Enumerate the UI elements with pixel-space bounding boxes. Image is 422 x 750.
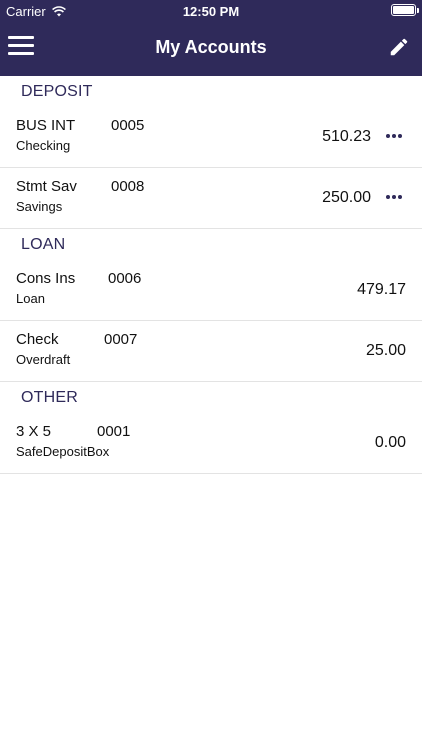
- account-number: 0001: [97, 423, 131, 440]
- account-row[interactable]: 3 X 5 0001 SafeDepositBox 0.00: [0, 413, 422, 474]
- account-row[interactable]: BUS INT 0005 Checking 510.23: [0, 107, 422, 168]
- page-title: My Accounts: [155, 37, 267, 57]
- app-header: Carrier 12:50 PM My Accounts: [0, 0, 422, 76]
- account-amount: 250.00: [322, 189, 371, 206]
- account-type: Overdraft: [16, 352, 71, 367]
- account-type: Checking: [16, 138, 71, 153]
- account-amount: 25.00: [365, 342, 406, 359]
- section-header-loan: LOAN: [21, 236, 66, 253]
- account-name: BUS INT: [16, 117, 76, 134]
- account-amount: 0.00: [374, 434, 406, 451]
- account-number: 0006: [108, 270, 142, 287]
- account-row[interactable]: Check 0007 Overdraft 25.00: [0, 321, 422, 382]
- nav-bar: My Accounts: [0, 22, 422, 76]
- account-name: Stmt Sav: [16, 178, 77, 195]
- account-row[interactable]: Cons Ins 0006 Loan 479.17: [0, 260, 422, 321]
- account-name: Cons Ins: [16, 270, 76, 287]
- account-type: Savings: [16, 199, 63, 214]
- account-number: 0008: [111, 178, 145, 195]
- more-horizontal-icon[interactable]: [386, 128, 406, 144]
- account-number: 0007: [104, 331, 138, 348]
- account-amount: 479.17: [357, 281, 406, 298]
- pencil-icon[interactable]: [388, 36, 410, 58]
- status-bar: Carrier 12:50 PM: [0, 0, 422, 22]
- section-header-other: OTHER: [21, 389, 78, 406]
- account-number: 0005: [111, 117, 145, 134]
- battery-icon: [391, 4, 419, 16]
- account-row[interactable]: Stmt Sav 0008 Savings 250.00: [0, 168, 422, 229]
- account-name: Check: [16, 331, 59, 348]
- account-name: 3 X 5: [16, 423, 52, 440]
- accounts-list: DEPOSIT BUS INT 0005 Checking 510.23 Stm…: [0, 76, 422, 474]
- status-time: 12:50 PM: [182, 4, 240, 19]
- account-type: SafeDepositBox: [16, 444, 110, 459]
- more-horizontal-icon[interactable]: [386, 189, 406, 205]
- account-type: Loan: [16, 291, 45, 306]
- account-amount: 510.23: [322, 128, 371, 145]
- section-header-deposit: DEPOSIT: [21, 83, 93, 100]
